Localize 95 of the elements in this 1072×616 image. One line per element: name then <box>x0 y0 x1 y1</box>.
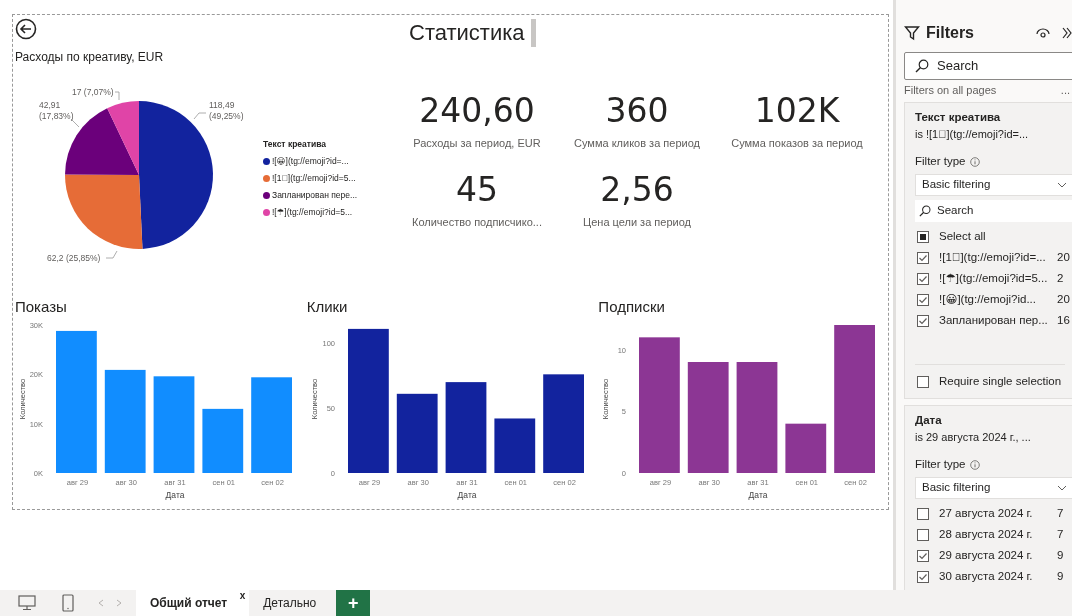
kpi-label: Расходы за период, EUR <box>413 136 541 151</box>
kpi-value: 45 <box>456 169 498 210</box>
legend-label: ![😀](tg://emoji?id=... <box>272 155 349 168</box>
legend-label: Запланирован пере... <box>272 189 358 202</box>
search-box[interactable]: Search <box>904 52 1072 80</box>
option-count: 7 <box>1057 526 1065 542</box>
leader-line <box>193 112 207 120</box>
bar <box>202 408 244 473</box>
kpi-label: Сумма кликов за период <box>574 136 700 151</box>
chevron-icon <box>1056 181 1068 189</box>
kpi-label: Сумма показов за период <box>731 136 863 151</box>
checkbox[interactable] <box>917 549 929 562</box>
desktop-icon[interactable] <box>18 595 36 611</box>
option-label: 29 августа 2024 г. <box>939 547 1034 563</box>
option-count: 20 <box>1057 249 1071 265</box>
collapse-icon[interactable] <box>1062 27 1072 39</box>
kpi-value: 2,56 <box>600 169 674 210</box>
option-count: 2 <box>1057 270 1065 286</box>
kpi-value: 102K <box>754 91 840 131</box>
page-tab[interactable]: Общий отчет x <box>136 590 250 616</box>
option-count: 9 <box>1057 547 1065 563</box>
chart-title: Подписки <box>598 297 665 317</box>
legend-dot <box>263 158 270 165</box>
option-label: ![☂](tg://emoji?id=5... <box>939 270 1049 286</box>
option-label: ![1⃞](tg://emoji?id=... <box>939 249 1047 265</box>
option-label: 27 августа 2024 г. <box>939 505 1034 521</box>
axis-title: Дата <box>457 490 477 500</box>
filter-type-dropdown[interactable]: Basic filtering <box>915 477 1072 499</box>
search-box[interactable]: Search <box>915 200 1072 222</box>
checkbox[interactable] <box>917 507 929 520</box>
checkbox[interactable] <box>917 293 929 306</box>
search-field[interactable]: Search <box>935 55 1072 77</box>
section-label: Filters on all pages <box>904 84 997 96</box>
pane-title: Filters <box>926 23 975 43</box>
legend-dot <box>263 175 270 182</box>
axis-title: Дата <box>165 490 185 500</box>
option-count: 9 <box>1057 568 1065 584</box>
back-icon[interactable] <box>15 18 37 40</box>
search-icon <box>915 59 929 73</box>
info-icon <box>969 156 980 167</box>
bar <box>494 418 535 473</box>
search-icon <box>919 205 931 217</box>
option-count: 7 <box>1057 505 1065 521</box>
filter-card-title: Дата <box>915 413 943 428</box>
kpi-label: Количество подписчико... <box>412 214 542 230</box>
checkbox[interactable] <box>917 314 929 327</box>
option-count: 16 <box>1057 312 1071 328</box>
option-label: ![😀](tg://emoji?id... <box>939 291 1037 307</box>
leader-line <box>105 250 118 259</box>
option-label: Select all <box>939 228 987 244</box>
legend-title: Текст креатива <box>263 138 328 151</box>
kpi-value: 360 <box>605 91 669 131</box>
axis-title: Дата <box>748 490 768 500</box>
data-label: 17 (7,07%) <box>72 87 114 97</box>
data-label: 118,49 (49,25%) <box>209 100 244 121</box>
eye-icon[interactable] <box>1036 27 1050 39</box>
option-label: Require single selection <box>939 373 1063 389</box>
kpi-label: Цена цели за период <box>583 214 691 230</box>
page-tab[interactable]: Детально <box>249 590 331 616</box>
filter-icon <box>904 25 920 41</box>
legend-label: ![1⃞](tg://emoji?id=5... <box>272 172 356 185</box>
legend-label: ![☂](tg://emoji?id=5... <box>272 206 353 219</box>
checkbox[interactable] <box>917 375 929 388</box>
chevron-icon <box>1056 484 1068 492</box>
chart-title: Показы <box>15 297 67 317</box>
option-label: Запланирован пер... <box>939 312 1049 328</box>
data-label: 62,2 (25,85%) <box>47 253 101 263</box>
chart-title: Клики <box>306 297 348 317</box>
option-label: 28 августа 2024 г. <box>939 526 1034 542</box>
checkbox[interactable] <box>917 570 929 583</box>
select-all-checkbox[interactable] <box>917 230 929 243</box>
filter-summary: is 29 августа 2024 г., ... <box>915 430 1032 446</box>
checkbox[interactable] <box>917 251 929 264</box>
option-count: 20 <box>1057 291 1071 307</box>
filter-card-title: Текст креатива <box>915 110 1002 125</box>
field-label: Filter type <box>915 457 966 470</box>
add-page-button[interactable]: + <box>336 590 371 616</box>
filter-summary: is ![1⃞](tg://emoji?id=... <box>915 127 1030 143</box>
data-label: 42,91 (17,83%) <box>39 100 74 121</box>
field-label: Filter type <box>915 154 966 167</box>
legend-dot <box>263 192 270 199</box>
bar <box>785 423 827 473</box>
checkbox[interactable] <box>917 272 929 285</box>
phone-icon[interactable] <box>62 594 74 612</box>
close-icon[interactable]: x <box>239 590 246 602</box>
report-title: Статистика <box>409 19 536 47</box>
filter-type-dropdown[interactable]: Basic filtering <box>915 174 1072 196</box>
legend-dot <box>263 209 270 216</box>
checkbox[interactable] <box>917 528 929 541</box>
kpi-value: 240,60 <box>419 91 535 131</box>
leader-line <box>114 91 120 101</box>
info-icon <box>969 459 980 470</box>
chart-title: Расходы по креативу, EUR <box>15 49 164 66</box>
option-label: 30 августа 2024 г. <box>939 568 1034 584</box>
more-options[interactable]: ... <box>1060 84 1070 96</box>
